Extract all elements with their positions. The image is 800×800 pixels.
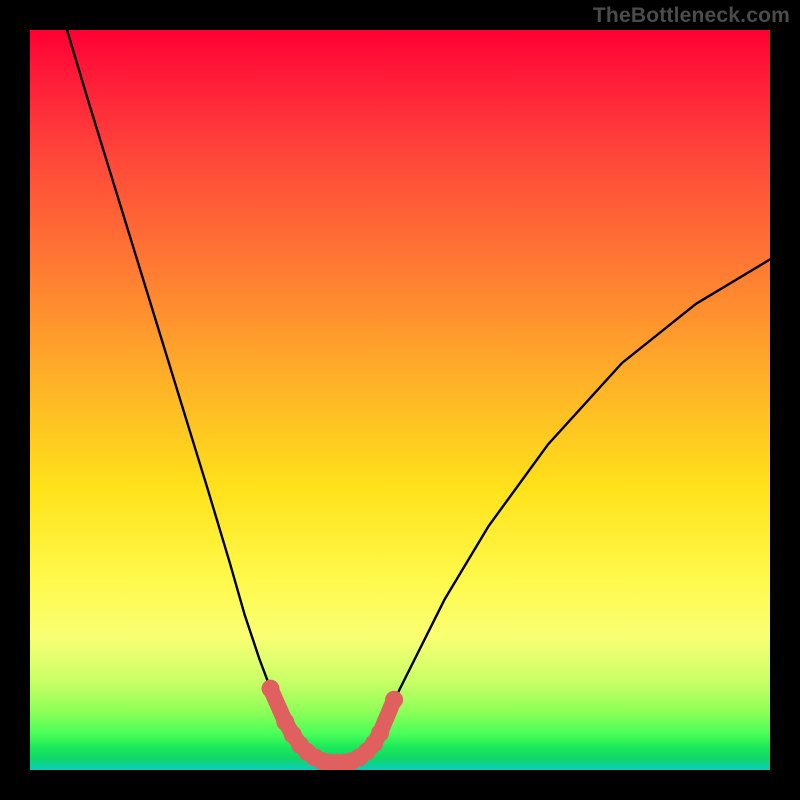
chart-frame: TheBottleneck.com — [0, 0, 800, 800]
bottleneck-curve-right — [356, 259, 770, 762]
chart-svg — [30, 30, 770, 770]
watermark-text: TheBottleneck.com — [593, 4, 790, 28]
plot-area — [30, 30, 770, 770]
bottleneck-curve-left — [67, 30, 326, 763]
optimal-zone-markers — [262, 680, 404, 770]
